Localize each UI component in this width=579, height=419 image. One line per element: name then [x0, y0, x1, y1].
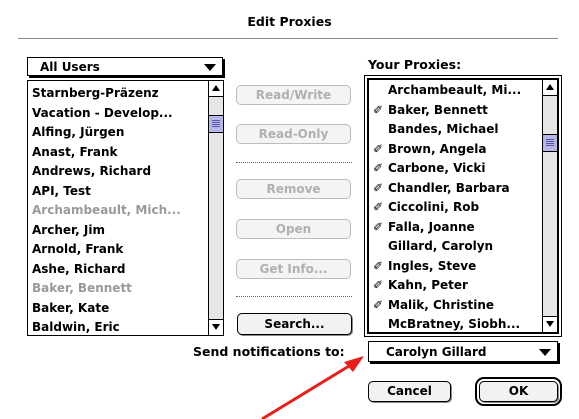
annotation-arrow — [261, 356, 364, 419]
